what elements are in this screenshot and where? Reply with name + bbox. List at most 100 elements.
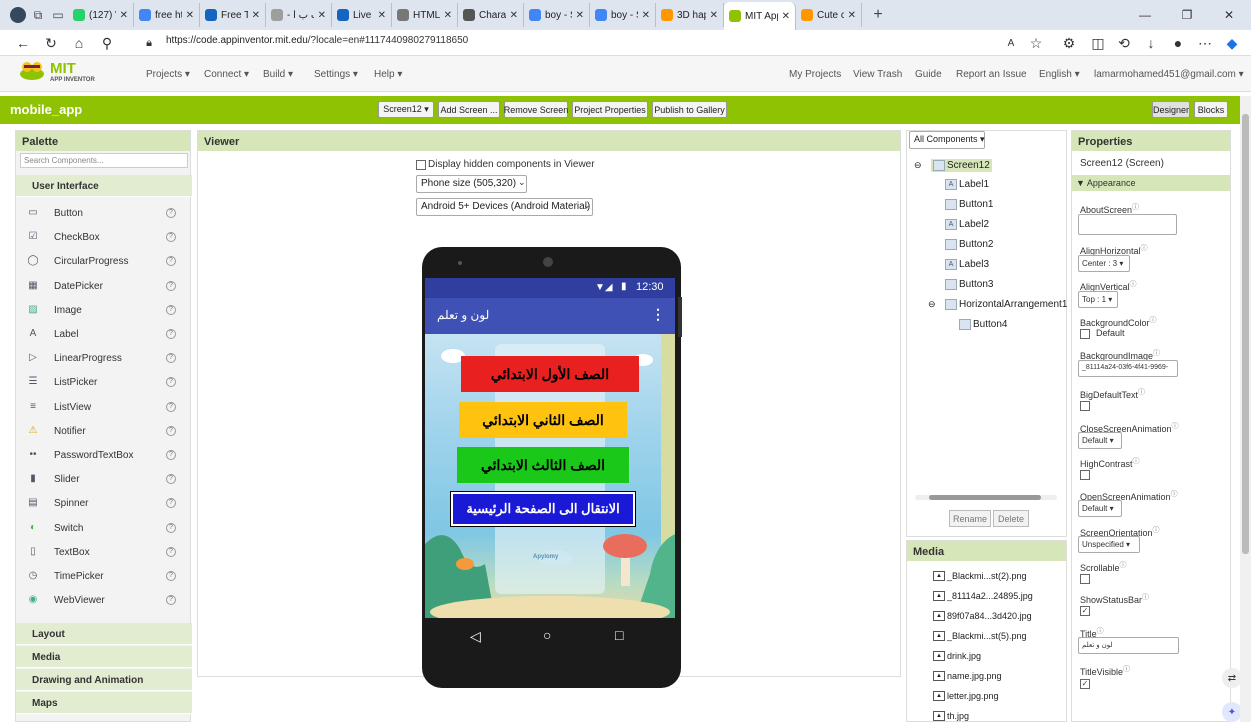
nav-back-icon[interactable]: ◁ [470, 628, 481, 645]
hidden-components-toggle[interactable]: Display hidden components in Viewer [416, 159, 595, 170]
palette-item-slider[interactable]: ▮ Slider? [16, 467, 192, 491]
help-icon[interactable]: ⓘ [1171, 491, 1178, 498]
new-tab-icon[interactable]: + [868, 5, 888, 25]
appearance-section[interactable]: ▼ Appearance [1072, 175, 1230, 191]
high-contrast-checkbox[interactable] [1080, 470, 1090, 480]
help-icon[interactable]: ? [166, 329, 176, 339]
category-layout[interactable]: Layout [16, 623, 192, 645]
help-icon[interactable]: ⓘ [1138, 389, 1145, 396]
tree-node[interactable]: Button2 [945, 239, 993, 250]
help-icon[interactable]: ? [166, 280, 176, 291]
tab-close-icon[interactable]: ✕ [642, 10, 650, 21]
favorite-star-icon[interactable]: ☆ [1025, 33, 1047, 53]
background-color-swatch[interactable] [1080, 329, 1090, 339]
tree-node[interactable]: A Label3 [945, 259, 989, 270]
close-animation-select[interactable]: Default ▾ [1078, 432, 1122, 449]
app-inventor-logo-icon[interactable] [18, 59, 46, 81]
remove-screen-button[interactable]: Remove Screen [504, 101, 568, 118]
browser-tab[interactable]: Cute car ✕ [796, 3, 862, 27]
menu-build[interactable]: Build ▾ [263, 69, 293, 80]
help-icon[interactable]: ⓘ [1120, 562, 1127, 569]
media-file[interactable]: ▲ drink.jpg [933, 651, 981, 661]
help-icon[interactable]: ? [166, 304, 176, 315]
tree-node[interactable]: ⊖ Screen12 [914, 159, 992, 172]
tab-close-icon[interactable]: ✕ [510, 10, 518, 21]
help-icon[interactable]: ? [166, 571, 176, 581]
home-icon[interactable]: ⌂ [68, 33, 90, 53]
browser-tab[interactable]: 3D happ ✕ [656, 3, 724, 27]
components-filter-select[interactable]: All Components ▾ [909, 131, 985, 149]
screen-button-3[interactable]: الصف الثالث الابتدائي [457, 447, 629, 483]
history-icon[interactable]: ⟲ [1113, 33, 1135, 53]
help-icon[interactable]: ? [166, 256, 176, 267]
screen-button-2[interactable]: الصف الثاني الابتدائي [459, 402, 627, 438]
palette-item-textbox[interactable]: ▯ TextBox? [16, 540, 192, 564]
split-screen-icon[interactable]: ◫ [1087, 33, 1109, 53]
tree-node[interactable]: ⊖ HorizontalArrangement1 [928, 299, 1067, 310]
palette-item-datepicker[interactable]: ▦ DatePicker? [16, 274, 192, 298]
link-my-projects[interactable]: My Projects [789, 69, 841, 80]
tab-close-icon[interactable]: ✕ [848, 10, 856, 21]
help-icon[interactable]: ? [166, 474, 176, 485]
search-components-input[interactable]: Search Components... [20, 153, 188, 168]
palette-item-circularprogress[interactable]: ◯ CircularProgress? [16, 249, 192, 273]
help-icon[interactable]: ⓘ [1130, 281, 1137, 288]
more-menu-icon[interactable]: ⋯ [1194, 33, 1216, 53]
restore-icon[interactable]: ❐ [1166, 0, 1208, 30]
url-field[interactable]: https://code.appinventor.mit.edu/?locale… [166, 35, 468, 46]
phone-size-select[interactable]: Phone size (505,320) [416, 175, 527, 193]
title-visible-checkbox-checked-icon[interactable]: ✓ [1080, 679, 1090, 689]
link-report-issue[interactable]: Report an Issue [956, 69, 1027, 80]
nav-recents-icon[interactable]: □ [615, 627, 623, 643]
help-icon[interactable]: ? [166, 208, 176, 218]
tree-scrollbar[interactable] [915, 495, 1057, 500]
menu-projects[interactable]: Projects ▾ [146, 69, 190, 80]
background-image-input[interactable]: _81114a24-03f6-4f41-9969- [1078, 360, 1178, 377]
tab-close-icon[interactable]: ✕ [444, 10, 452, 21]
rename-button[interactable]: Rename [949, 510, 991, 527]
designer-button[interactable]: Designer [1152, 101, 1190, 118]
help-icon[interactable]: ? [166, 450, 176, 460]
tab-close-icon[interactable]: ✕ [252, 10, 260, 21]
palette-item-passwordtextbox[interactable]: •• PasswordTextBox? [16, 443, 192, 467]
palette-item-label[interactable]: A Label? [16, 322, 192, 346]
browser-tab[interactable]: boy - Se ✕ [590, 3, 656, 27]
add-screen-button[interactable]: Add Screen ... [438, 101, 500, 118]
palette-item-switch[interactable]: ◐ Switch? [16, 516, 192, 540]
account-menu[interactable]: lamarmohamed451@gmail.com ▾ [1094, 69, 1244, 80]
help-icon[interactable]: ⓘ [1097, 628, 1104, 635]
browser-tab[interactable]: HTML Sty ✕ [392, 3, 458, 27]
help-icon[interactable]: ? [166, 377, 176, 388]
page-scrollbar[interactable] [1240, 96, 1251, 722]
menu-help[interactable]: Help ▾ [374, 69, 402, 80]
page-scrollbar-thumb[interactable] [1242, 114, 1249, 554]
nav-home-icon[interactable]: ○ [543, 627, 551, 643]
screen-button-1[interactable]: الصف الأول الابتدائي [461, 356, 639, 392]
palette-item-spinner[interactable]: ▤ Spinner? [16, 491, 192, 515]
palette-item-linearprogress[interactable]: ▷ LinearProgress? [16, 346, 192, 370]
palette-item-checkbox[interactable]: ☑ CheckBox? [16, 225, 192, 249]
palette-item-button[interactable]: ▭ Button? [16, 201, 192, 225]
help-icon[interactable]: ⓘ [1123, 666, 1130, 673]
collapse-toggle-icon[interactable]: ⊖ [928, 299, 936, 310]
media-file[interactable]: ▲ letter.jpg.png [933, 691, 999, 701]
read-aloud-icon[interactable]: A [1000, 33, 1022, 53]
profile-avatar-icon[interactable] [8, 5, 28, 25]
tab-groups-icon[interactable]: ▭ [48, 5, 68, 25]
title-input[interactable]: لون و تعلم [1078, 637, 1179, 654]
media-file[interactable]: ▲ 89f07a84...3d420.jpg [933, 611, 1032, 621]
open-animation-select[interactable]: Default ▾ [1078, 500, 1122, 517]
assistant-icon[interactable]: ✦ [1222, 702, 1242, 722]
downloads-icon[interactable]: ↓ [1140, 33, 1162, 53]
category-user-interface[interactable]: User Interface [16, 175, 192, 197]
category-media[interactable]: Media [16, 646, 192, 668]
hidden-components-checkbox[interactable] [416, 159, 426, 170]
category-maps[interactable]: Maps [16, 692, 192, 714]
browser-tab[interactable]: MIT App ✕ [724, 2, 796, 30]
palette-item-listpicker[interactable]: ☰ ListPicker? [16, 370, 192, 394]
link-view-trash[interactable]: View Trash [853, 69, 902, 80]
screen-orientation-select[interactable]: Unspecified ▾ [1078, 536, 1140, 553]
tree-node[interactable]: Button1 [945, 199, 993, 210]
tab-close-icon[interactable]: ✕ [782, 11, 790, 22]
tree-node[interactable]: Button3 [945, 279, 993, 290]
